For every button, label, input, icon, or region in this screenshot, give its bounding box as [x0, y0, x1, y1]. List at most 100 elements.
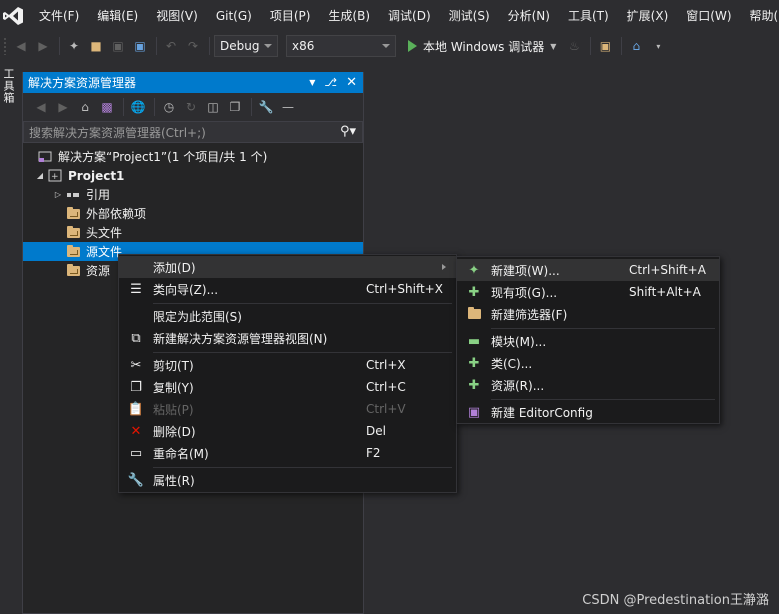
undo-icon[interactable]: ↶: [161, 36, 181, 56]
tree-item-header-files[interactable]: 头文件: [23, 223, 363, 242]
home-icon[interactable]: ⌂: [75, 97, 95, 117]
menu-item-label: 限定为此范围(S): [153, 309, 242, 324]
menu-item-existing-item[interactable]: ✚ 现有项(G)... Shift+Alt+A: [457, 281, 719, 303]
menu-item-label: 属性(R): [153, 473, 195, 488]
watermark: CSDN @Predestination王瀞潞: [582, 593, 769, 608]
pin-icon[interactable]: ⎇: [324, 76, 337, 89]
menu-separator: [153, 303, 452, 304]
menu-item-new-editorconfig[interactable]: ▣ 新建 EditorConfig: [457, 401, 719, 423]
chevron-down-icon: [264, 44, 272, 48]
menu-extensions[interactable]: 扩展(X): [618, 0, 678, 32]
tree-item-label: 引用: [86, 188, 111, 202]
menu-git[interactable]: Git(G): [207, 0, 261, 32]
new-project-icon[interactable]: ✦: [64, 36, 84, 56]
class-wizard-icon: ☰: [130, 281, 142, 297]
menu-item-paste[interactable]: 📋 粘贴(P) Ctrl+V: [119, 398, 456, 420]
switch-views-icon[interactable]: ▩: [97, 97, 117, 117]
menu-item-add[interactable]: 添加(D): [119, 256, 456, 278]
chevron-down-icon[interactable]: ▼: [550, 42, 556, 51]
filter-folder-icon: [65, 206, 81, 221]
menu-edit[interactable]: 编辑(E): [88, 0, 147, 32]
collapsed-arrow-icon[interactable]: ▷: [51, 190, 65, 199]
tree-item-project[interactable]: ◢ + Project1: [23, 166, 363, 185]
menu-debug[interactable]: 调试(D): [379, 0, 440, 32]
configuration-select[interactable]: Debug: [214, 35, 278, 57]
play-icon: [408, 40, 417, 52]
toolbox-tab[interactable]: 工具箱: [2, 68, 16, 104]
menu-item-delete[interactable]: ✕ 删除(D) Del: [119, 420, 456, 442]
tree-item-external-dependencies[interactable]: 外部依赖项: [23, 204, 363, 223]
menu-item-copy[interactable]: ❐ 复制(Y) Ctrl+C: [119, 376, 456, 398]
menu-item-rename[interactable]: ▭ 重命名(M) F2: [119, 442, 456, 464]
back-icon[interactable]: ◀: [31, 97, 51, 117]
save-icon[interactable]: ▣: [108, 36, 128, 56]
menu-window[interactable]: 窗口(W): [677, 0, 740, 32]
visual-studio-logo-icon[interactable]: [2, 3, 24, 29]
open-folder-icon[interactable]: ■: [86, 36, 106, 56]
menu-item-new-filter[interactable]: 新建筛选器(F): [457, 303, 719, 325]
toolbar-separator: [123, 98, 124, 116]
expanded-arrow-icon[interactable]: ◢: [33, 171, 47, 180]
tree-item-references[interactable]: ▷ 引用: [23, 185, 363, 204]
menu-item-new-explorer-view[interactable]: ⧉ 新建解决方案资源管理器视图(N): [119, 327, 456, 349]
redo-icon[interactable]: ↷: [183, 36, 203, 56]
start-debugging-label: 本地 Windows 调试器: [423, 39, 545, 54]
hot-reload-icon[interactable]: ♨: [564, 36, 584, 56]
menu-item-cut[interactable]: ✂ 剪切(T) Ctrl+X: [119, 354, 456, 376]
menu-item-module[interactable]: ▬ 模块(M)...: [457, 330, 719, 352]
context-menu: 添加(D) ☰ 类向导(Z)... Ctrl+Shift+X 限定为此范围(S)…: [118, 254, 457, 493]
paste-icon: 📋: [127, 401, 145, 417]
submenu-arrow-icon: [442, 264, 446, 270]
platform-select[interactable]: x86: [286, 35, 396, 57]
menu-item-new-item[interactable]: ✦ 新建项(W)... Ctrl+Shift+A: [457, 259, 719, 281]
find-in-files-icon[interactable]: ▣: [595, 36, 615, 56]
forward-icon[interactable]: ▶: [33, 36, 53, 56]
forward-icon[interactable]: ▶: [53, 97, 73, 117]
start-debugging-button[interactable]: 本地 Windows 调试器 ▼: [404, 35, 560, 57]
menu-item-shortcut: Ctrl+V: [366, 402, 406, 416]
home-icon[interactable]: ⌂: [626, 36, 646, 56]
refresh-icon[interactable]: ↻: [181, 97, 201, 117]
search-icon[interactable]: ⚲▾: [340, 124, 356, 139]
menu-test[interactable]: 测试(S): [440, 0, 499, 32]
back-icon[interactable]: ◀: [11, 36, 31, 56]
menu-item-shortcut: Ctrl+X: [366, 358, 406, 372]
menu-item-label: 模块(M)...: [491, 334, 547, 349]
tree-item-label: 资源: [86, 264, 111, 278]
menu-item-class-wizard[interactable]: ☰ 类向导(Z)... Ctrl+Shift+X: [119, 278, 456, 300]
collapse-all-icon[interactable]: ◫: [203, 97, 223, 117]
menu-item-shortcut: F2: [366, 446, 381, 460]
tree-item-solution[interactable]: 解决方案“Project1”(1 个项目/共 1 个): [23, 147, 363, 166]
properties-wrench-icon[interactable]: 🔧: [256, 97, 276, 117]
menu-item-properties[interactable]: 🔧 属性(R): [119, 469, 456, 491]
solution-explorer-search-input[interactable]: 搜索解决方案资源管理器(Ctrl+;) ⚲▾: [23, 121, 363, 143]
editorconfig-icon: ▣: [467, 404, 481, 420]
menu-item-scope-to-this[interactable]: 限定为此范围(S): [119, 305, 456, 327]
toolbar-separator: [156, 37, 157, 55]
pending-changes-filter-icon[interactable]: ◷: [159, 97, 179, 117]
menu-analyze[interactable]: 分析(N): [499, 0, 559, 32]
toolbar-overflow-icon[interactable]: ▾: [648, 36, 668, 56]
globe-icon[interactable]: 🌐: [128, 97, 148, 117]
window-position-dropdown-icon[interactable]: ▼: [309, 78, 315, 87]
save-all-icon[interactable]: ▣: [130, 36, 150, 56]
show-all-files-icon[interactable]: ❐: [225, 97, 245, 117]
new-view-icon: ⧉: [131, 330, 141, 346]
menu-item-shortcut: Ctrl+Shift+X: [366, 282, 443, 296]
menu-project[interactable]: 项目(P): [261, 0, 320, 32]
menu-item-resource[interactable]: ✚ 资源(R)...: [457, 374, 719, 396]
menu-separator: [491, 399, 715, 400]
menu-tools[interactable]: 工具(T): [559, 0, 618, 32]
toolbar-grip[interactable]: [3, 37, 7, 55]
menu-view[interactable]: 视图(V): [147, 0, 207, 32]
add-resource-icon: ✚: [468, 377, 480, 393]
menu-file[interactable]: 文件(F): [30, 0, 88, 32]
menu-item-label: 新建筛选器(F): [491, 307, 568, 322]
close-icon[interactable]: ✕: [346, 75, 357, 90]
menu-item-class[interactable]: ✚ 类(C)...: [457, 352, 719, 374]
preview-selected-icon[interactable]: —: [278, 97, 298, 117]
solution-explorer-title-bar[interactable]: 解决方案资源管理器 ▼ ⎇ ✕: [23, 72, 363, 93]
menu-build[interactable]: 生成(B): [319, 0, 379, 32]
menu-help[interactable]: 帮助(: [741, 0, 779, 32]
chevron-down-icon: [382, 44, 390, 48]
